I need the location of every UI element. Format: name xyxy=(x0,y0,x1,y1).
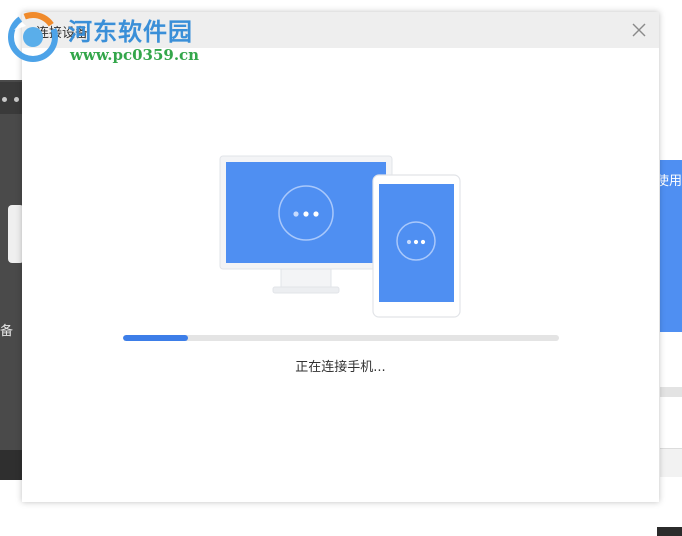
device-connection-illustration xyxy=(219,155,461,318)
background-app-left-text: 备 xyxy=(0,324,14,339)
monitor-icon xyxy=(219,155,393,294)
toolbar-dot xyxy=(14,97,19,102)
background-app-right-strip xyxy=(660,387,682,397)
background-app-left-footer xyxy=(0,450,24,480)
connect-device-dialog: 连接设备 正在连接手机... xyxy=(22,12,659,502)
watermark-site-name: 河东软件园 xyxy=(68,18,193,46)
close-icon xyxy=(632,23,646,37)
background-app-right-text: 使用 xyxy=(656,174,682,189)
connection-status-text: 正在连接手机... xyxy=(295,360,386,375)
toolbar-dot xyxy=(2,97,7,102)
background-app-right-footer xyxy=(660,448,682,477)
background-app-corner xyxy=(657,527,682,536)
connection-progress-bar xyxy=(123,335,559,341)
phone-icon xyxy=(372,174,461,318)
watermark-logo-icon xyxy=(8,12,58,62)
background-app-left-panel xyxy=(0,80,24,480)
site-watermark: 河东软件园 www.pc0359.cn xyxy=(4,8,214,70)
close-button[interactable] xyxy=(629,20,649,40)
watermark-url: www.pc0359.cn xyxy=(70,46,200,64)
connection-progress-fill xyxy=(123,335,189,341)
